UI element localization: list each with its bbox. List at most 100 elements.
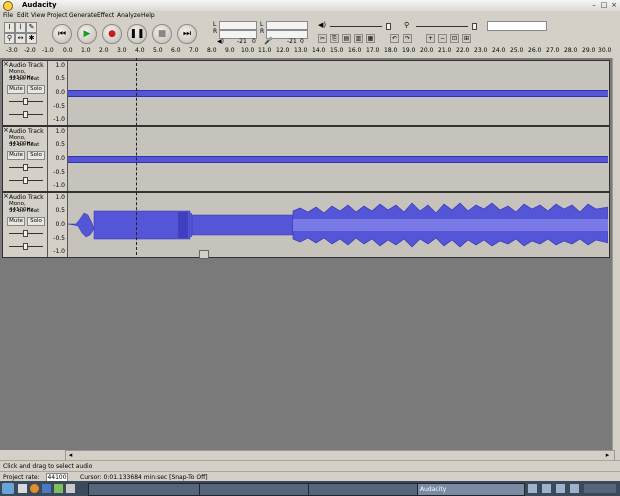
zoom-tool-icon[interactable]: ⚲ bbox=[4, 33, 15, 44]
ruler-tick: 13.0 bbox=[294, 47, 308, 54]
cut-icon[interactable]: ✂ bbox=[318, 34, 327, 43]
track-1-pan-knob[interactable] bbox=[23, 111, 28, 118]
paste-icon[interactable]: ▤ bbox=[342, 34, 351, 43]
track-3-pan-knob[interactable] bbox=[23, 243, 28, 250]
skip-start-icon: ⏮ bbox=[57, 29, 67, 39]
skip-start-button[interactable]: ⏮ bbox=[52, 24, 72, 44]
track-2-solo-button[interactable]: Solo bbox=[27, 151, 45, 160]
files-icon[interactable] bbox=[54, 484, 63, 493]
track-2-waveform[interactable] bbox=[68, 127, 608, 191]
menu-edit[interactable]: Edit bbox=[17, 12, 29, 19]
draw-tool-icon[interactable]: ✎ bbox=[26, 22, 37, 33]
track-3-gain-knob[interactable] bbox=[23, 230, 28, 237]
menu-project[interactable]: Project bbox=[47, 12, 68, 19]
tray-icon[interactable] bbox=[556, 484, 565, 493]
close-icon[interactable]: × bbox=[610, 1, 618, 9]
output-volume-slider[interactable] bbox=[330, 26, 382, 27]
copy-icon[interactable]: ⎘ bbox=[330, 34, 339, 43]
track-3-waveform[interactable] bbox=[68, 193, 608, 257]
track-3-mute-button[interactable]: Mute bbox=[7, 217, 25, 226]
cursor-position: Cursor: 0:01.133684 min:sec [Snap-To Off… bbox=[80, 474, 208, 481]
timeshift-tool-icon[interactable]: ↔ bbox=[15, 33, 26, 44]
zoom-in-icon[interactable]: + bbox=[426, 34, 435, 43]
start-menu-icon[interactable] bbox=[2, 483, 14, 494]
menu-generate[interactable]: Generate bbox=[69, 12, 97, 19]
desktop-icon[interactable] bbox=[18, 484, 27, 493]
input-volume-knob[interactable] bbox=[472, 23, 477, 30]
project-rate-label: Project rate: bbox=[3, 474, 40, 481]
scroll-left-icon[interactable]: ◂ bbox=[66, 451, 75, 460]
ruler-tick: 0.0 bbox=[63, 47, 73, 54]
mail-icon[interactable] bbox=[42, 484, 51, 493]
silence-icon[interactable]: ▦ bbox=[366, 34, 375, 43]
trim-icon[interactable]: ▥ bbox=[354, 34, 363, 43]
taskbar-window-audacity[interactable]: Audacity bbox=[417, 483, 525, 496]
scale-label: 1.0 bbox=[55, 62, 65, 69]
track-sync-icon[interactable] bbox=[199, 250, 209, 259]
track-2-mute-button[interactable]: Mute bbox=[7, 151, 25, 160]
vertical-scrollbar[interactable] bbox=[612, 58, 620, 450]
fit-selection-icon[interactable]: ⊡ bbox=[450, 34, 459, 43]
clock[interactable] bbox=[584, 484, 616, 493]
pause-button[interactable]: ❚❚ bbox=[127, 24, 147, 44]
ruler-tick: 15.0 bbox=[330, 47, 344, 54]
playback-meter-left bbox=[219, 21, 257, 30]
window-title: Audacity bbox=[22, 1, 57, 9]
play-button[interactable]: ▶ bbox=[77, 24, 97, 44]
zoom-out-icon[interactable]: − bbox=[438, 34, 447, 43]
tray-icon[interactable] bbox=[528, 484, 537, 493]
envelope-tool-icon[interactable]: ⌇ bbox=[15, 22, 26, 33]
taskbar-window-3[interactable] bbox=[308, 483, 418, 496]
audio-track-1[interactable]: × Audio Track Mono, 44100Hz 32-bit float… bbox=[2, 60, 610, 126]
maximize-icon[interactable]: □ bbox=[600, 1, 608, 9]
track-2-pan-knob[interactable] bbox=[23, 177, 28, 184]
input-source-dropdown[interactable] bbox=[487, 21, 547, 31]
menu-help[interactable]: Help bbox=[141, 12, 155, 19]
ruler-tick: 9.0 bbox=[225, 47, 235, 54]
terminal-icon[interactable] bbox=[66, 484, 75, 493]
menu-effect[interactable]: Effect bbox=[97, 12, 114, 19]
tray-icon[interactable] bbox=[570, 484, 579, 493]
track-3-solo-button[interactable]: Solo bbox=[27, 217, 45, 226]
audio-track-2[interactable]: × Audio Track Mono, 44100Hz 32-bit float… bbox=[2, 126, 610, 192]
output-volume-knob[interactable] bbox=[386, 23, 391, 30]
ruler-tick: 26.0 bbox=[528, 47, 542, 54]
audio-track-3[interactable]: × Audio Track Mono, 44100Hz 32-bit float… bbox=[2, 192, 610, 258]
menu-analyze[interactable]: Analyze bbox=[117, 12, 141, 19]
multi-tool-icon[interactable]: ✱ bbox=[26, 33, 37, 44]
record-button[interactable]: ● bbox=[102, 24, 122, 44]
track-1-name[interactable]: Audio Track bbox=[9, 62, 51, 69]
play-position-cursor bbox=[136, 58, 138, 255]
fit-project-icon[interactable]: ⊞ bbox=[462, 34, 471, 43]
microphone-icon: 🎤 bbox=[264, 37, 273, 45]
track-1-bitdepth: 32-bit float bbox=[9, 76, 40, 82]
minimize-icon[interactable]: – bbox=[590, 1, 598, 9]
stop-button[interactable]: ■ bbox=[152, 24, 172, 44]
track-1-solo-button[interactable]: Solo bbox=[27, 85, 45, 94]
taskbar-window-2[interactable] bbox=[199, 483, 309, 496]
undo-icon[interactable]: ↶ bbox=[390, 34, 399, 43]
ruler-tick: 19.0 bbox=[402, 47, 416, 54]
ruler-tick: 18.0 bbox=[384, 47, 398, 54]
taskbar-window-1[interactable] bbox=[88, 483, 200, 496]
selection-tool-icon[interactable]: I bbox=[4, 22, 15, 33]
track-2-gain-knob[interactable] bbox=[23, 164, 28, 171]
play-meter-mark-max: 0 bbox=[252, 38, 256, 45]
menu-view[interactable]: View bbox=[31, 12, 45, 19]
tray-icon[interactable] bbox=[542, 484, 551, 493]
menu-file[interactable]: File bbox=[3, 12, 13, 19]
scale-label: 0.0 bbox=[55, 221, 65, 228]
scale-label: 1.0 bbox=[55, 194, 65, 201]
redo-icon[interactable]: ↷ bbox=[403, 34, 412, 43]
ruler-tick: 1.0 bbox=[81, 47, 91, 54]
track-1-waveform[interactable] bbox=[68, 61, 608, 125]
browser-icon[interactable] bbox=[30, 484, 39, 493]
track-1-mute-button[interactable]: Mute bbox=[7, 85, 25, 94]
input-volume-slider[interactable] bbox=[416, 26, 468, 27]
ruler-tick: 22.0 bbox=[456, 47, 470, 54]
skip-end-button[interactable]: ⏭ bbox=[177, 24, 197, 44]
track-3-name[interactable]: Audio Track bbox=[9, 194, 51, 201]
scroll-right-icon[interactable]: ▸ bbox=[603, 451, 612, 460]
track-2-name[interactable]: Audio Track bbox=[9, 128, 51, 135]
track-1-gain-knob[interactable] bbox=[23, 98, 28, 105]
